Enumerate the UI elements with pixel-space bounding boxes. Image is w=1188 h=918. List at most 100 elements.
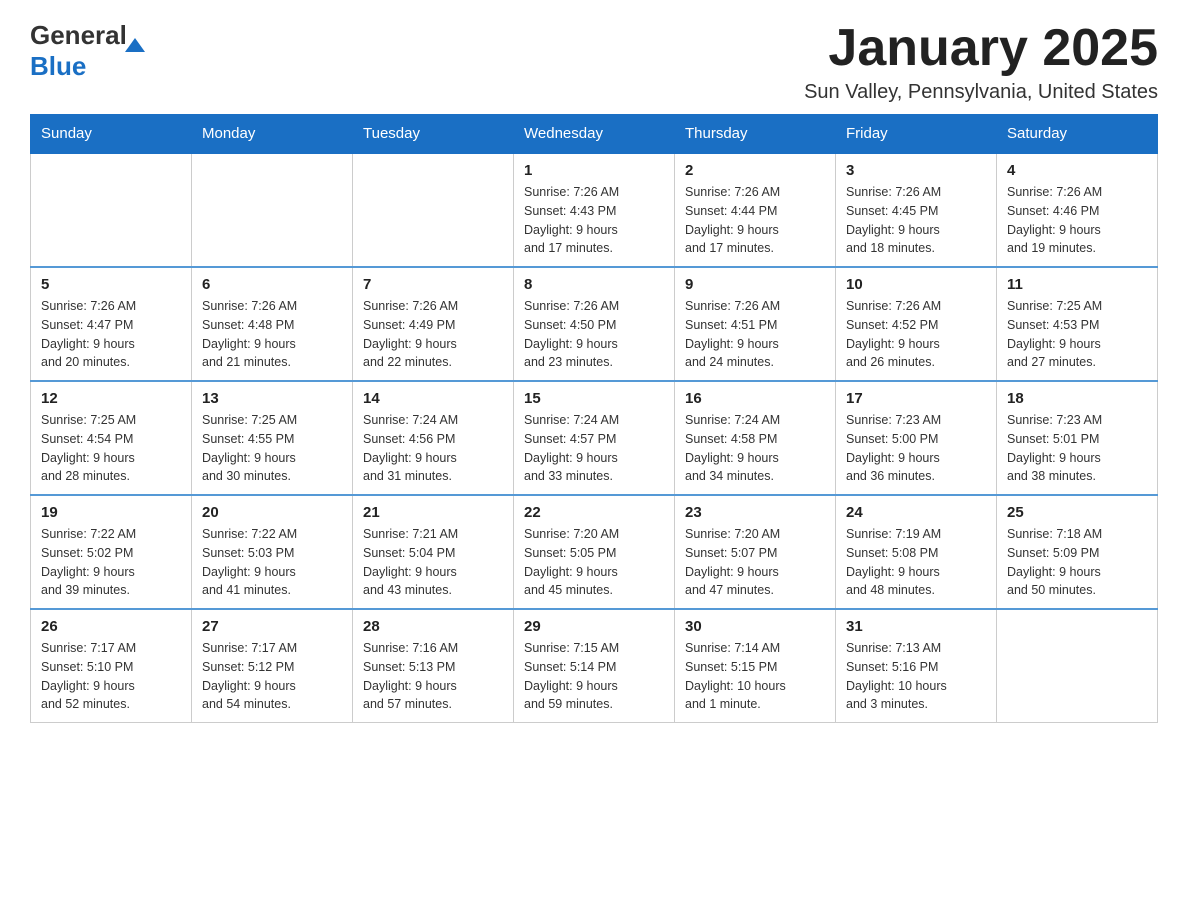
day-number: 6 xyxy=(202,276,342,293)
day-number: 10 xyxy=(846,276,986,293)
day-info: Sunrise: 7:24 AM Sunset: 4:58 PM Dayligh… xyxy=(685,411,825,486)
logo: General Blue xyxy=(30,20,127,82)
day-of-week-friday: Friday xyxy=(836,115,997,154)
day-of-week-tuesday: Tuesday xyxy=(353,115,514,154)
day-number: 31 xyxy=(846,618,986,635)
day-number: 9 xyxy=(685,276,825,293)
day-info: Sunrise: 7:26 AM Sunset: 4:48 PM Dayligh… xyxy=(202,297,342,372)
day-number: 7 xyxy=(363,276,503,293)
day-info: Sunrise: 7:26 AM Sunset: 4:50 PM Dayligh… xyxy=(524,297,664,372)
day-info: Sunrise: 7:26 AM Sunset: 4:46 PM Dayligh… xyxy=(1007,183,1147,258)
calendar-cell: 27Sunrise: 7:17 AM Sunset: 5:12 PM Dayli… xyxy=(192,609,353,723)
calendar-cell: 29 Sunrise: 7:15 AM Sunset: 5:14 PM Dayli… xyxy=(514,609,675,723)
calendar-cell: 30 Sunrise: 7:14 AM Sunset: 5:15 PM Dayli… xyxy=(675,609,836,723)
calendar-table: SundayMondayTuesdayWednesdayThursdayFrid… xyxy=(30,114,1158,723)
day-of-week-monday: Monday xyxy=(192,115,353,154)
day-number: 8 xyxy=(524,276,664,293)
calendar-cell: 12 Sunrise: 7:25 AM Sunset: 4:54 PM Dayli… xyxy=(31,381,192,495)
day-info: Sunrise: 7:26 AM Sunset: 4:43 PM Dayligh… xyxy=(524,183,664,258)
day-info: Sunrise: 7:18 AM Sunset: 5:09 PM Dayligh… xyxy=(1007,525,1147,600)
day-info: Sunrise: 7:19 AM Sunset: 5:08 PM Dayligh… xyxy=(846,525,986,600)
day-info: Sunrise: 7:16 AM Sunset: 5:13 PM Dayligh… xyxy=(363,639,503,714)
calendar-cell: 11 Sunrise: 7:25 AM Sunset: 4:53 PM Dayli… xyxy=(997,267,1158,381)
calendar-cell: 14Sunrise: 7:24 AM Sunset: 4:56 PM Dayli… xyxy=(353,381,514,495)
day-info: Sunrise: 7:15 AM Sunset: 5:14 PM Dayligh… xyxy=(524,639,664,714)
day-number: 16 xyxy=(685,390,825,407)
day-number: 14 xyxy=(363,390,503,407)
calendar-cell: 2Sunrise: 7:26 AM Sunset: 4:44 PM Daylig… xyxy=(675,153,836,267)
day-info: Sunrise: 7:21 AM Sunset: 5:04 PM Dayligh… xyxy=(363,525,503,600)
day-info: Sunrise: 7:17 AM Sunset: 5:10 PM Dayligh… xyxy=(41,639,181,714)
day-info: Sunrise: 7:25 AM Sunset: 4:55 PM Dayligh… xyxy=(202,411,342,486)
day-info: Sunrise: 7:14 AM Sunset: 5:15 PM Dayligh… xyxy=(685,639,825,714)
day-number: 17 xyxy=(846,390,986,407)
day-of-week-thursday: Thursday xyxy=(675,115,836,154)
day-number: 29 xyxy=(524,618,664,635)
calendar-header-row: SundayMondayTuesdayWednesdayThursdayFrid… xyxy=(31,115,1158,154)
day-number: 5 xyxy=(41,276,181,293)
day-info: Sunrise: 7:26 AM Sunset: 4:49 PM Dayligh… xyxy=(363,297,503,372)
day-number: 18 xyxy=(1007,390,1147,407)
calendar-cell: 31Sunrise: 7:13 AM Sunset: 5:16 PM Dayli… xyxy=(836,609,997,723)
calendar-cell xyxy=(353,153,514,267)
day-info: Sunrise: 7:26 AM Sunset: 4:45 PM Dayligh… xyxy=(846,183,986,258)
calendar-cell: 13 Sunrise: 7:25 AM Sunset: 4:55 PM Dayli… xyxy=(192,381,353,495)
day-number: 21 xyxy=(363,504,503,521)
calendar-cell: 17 Sunrise: 7:23 AM Sunset: 5:00 PM Dayli… xyxy=(836,381,997,495)
calendar-cell: 22 Sunrise: 7:20 AM Sunset: 5:05 PM Dayli… xyxy=(514,495,675,609)
calendar-cell: 4 Sunrise: 7:26 AM Sunset: 4:46 PM Daylig… xyxy=(997,153,1158,267)
calendar-cell: 15 Sunrise: 7:24 AM Sunset: 4:57 PM Dayli… xyxy=(514,381,675,495)
day-info: Sunrise: 7:20 AM Sunset: 5:05 PM Dayligh… xyxy=(524,525,664,600)
day-info: Sunrise: 7:24 AM Sunset: 4:57 PM Dayligh… xyxy=(524,411,664,486)
day-number: 24 xyxy=(846,504,986,521)
day-info: Sunrise: 7:25 AM Sunset: 4:53 PM Dayligh… xyxy=(1007,297,1147,372)
day-number: 4 xyxy=(1007,162,1147,179)
calendar-cell: 16 Sunrise: 7:24 AM Sunset: 4:58 PM Dayli… xyxy=(675,381,836,495)
calendar-cell xyxy=(192,153,353,267)
day-number: 23 xyxy=(685,504,825,521)
calendar-cell: 3 Sunrise: 7:26 AM Sunset: 4:45 PM Daylig… xyxy=(836,153,997,267)
calendar-cell: 28Sunrise: 7:16 AM Sunset: 5:13 PM Dayli… xyxy=(353,609,514,723)
day-number: 19 xyxy=(41,504,181,521)
day-info: Sunrise: 7:22 AM Sunset: 5:03 PM Dayligh… xyxy=(202,525,342,600)
day-info: Sunrise: 7:25 AM Sunset: 4:54 PM Dayligh… xyxy=(41,411,181,486)
calendar-cell: 6 Sunrise: 7:26 AM Sunset: 4:48 PM Daylig… xyxy=(192,267,353,381)
day-number: 20 xyxy=(202,504,342,521)
calendar-cell: 25 Sunrise: 7:18 AM Sunset: 5:09 PM Dayli… xyxy=(997,495,1158,609)
day-info: Sunrise: 7:26 AM Sunset: 4:47 PM Dayligh… xyxy=(41,297,181,372)
day-number: 25 xyxy=(1007,504,1147,521)
day-info: Sunrise: 7:22 AM Sunset: 5:02 PM Dayligh… xyxy=(41,525,181,600)
calendar-cell: 24 Sunrise: 7:19 AM Sunset: 5:08 PM Dayli… xyxy=(836,495,997,609)
day-number: 13 xyxy=(202,390,342,407)
calendar-week-row: 19 Sunrise: 7:22 AM Sunset: 5:02 PM Dayli… xyxy=(31,495,1158,609)
calendar-cell xyxy=(31,153,192,267)
calendar-cell: 20 Sunrise: 7:22 AM Sunset: 5:03 PM Dayli… xyxy=(192,495,353,609)
day-number: 2 xyxy=(685,162,825,179)
day-number: 22 xyxy=(524,504,664,521)
day-info: Sunrise: 7:23 AM Sunset: 5:01 PM Dayligh… xyxy=(1007,411,1147,486)
calendar-cell: 5 Sunrise: 7:26 AM Sunset: 4:47 PM Daylig… xyxy=(31,267,192,381)
calendar-cell: 18 Sunrise: 7:23 AM Sunset: 5:01 PM Dayli… xyxy=(997,381,1158,495)
day-number: 3 xyxy=(846,162,986,179)
day-info: Sunrise: 7:20 AM Sunset: 5:07 PM Dayligh… xyxy=(685,525,825,600)
calendar-cell: 21 Sunrise: 7:21 AM Sunset: 5:04 PM Dayli… xyxy=(353,495,514,609)
page-header: General Blue January 2025 Sun Valley, Pe… xyxy=(30,20,1158,104)
main-title: January 2025 xyxy=(804,20,1158,77)
calendar-week-row: 1Sunrise: 7:26 AM Sunset: 4:43 PM Daylig… xyxy=(31,153,1158,267)
calendar-cell: 19 Sunrise: 7:22 AM Sunset: 5:02 PM Dayli… xyxy=(31,495,192,609)
subtitle: Sun Valley, Pennsylvania, United States xyxy=(804,81,1158,104)
day-number: 12 xyxy=(41,390,181,407)
calendar-cell: 8 Sunrise: 7:26 AM Sunset: 4:50 PM Daylig… xyxy=(514,267,675,381)
day-info: Sunrise: 7:23 AM Sunset: 5:00 PM Dayligh… xyxy=(846,411,986,486)
day-info: Sunrise: 7:17 AM Sunset: 5:12 PM Dayligh… xyxy=(202,639,342,714)
day-info: Sunrise: 7:26 AM Sunset: 4:52 PM Dayligh… xyxy=(846,297,986,372)
title-section: January 2025 Sun Valley, Pennsylvania, U… xyxy=(804,20,1158,104)
day-number: 26 xyxy=(41,618,181,635)
calendar-cell xyxy=(997,609,1158,723)
calendar-week-row: 5 Sunrise: 7:26 AM Sunset: 4:47 PM Daylig… xyxy=(31,267,1158,381)
day-number: 30 xyxy=(685,618,825,635)
day-of-week-sunday: Sunday xyxy=(31,115,192,154)
calendar-cell: 1Sunrise: 7:26 AM Sunset: 4:43 PM Daylig… xyxy=(514,153,675,267)
day-number: 11 xyxy=(1007,276,1147,293)
day-number: 15 xyxy=(524,390,664,407)
